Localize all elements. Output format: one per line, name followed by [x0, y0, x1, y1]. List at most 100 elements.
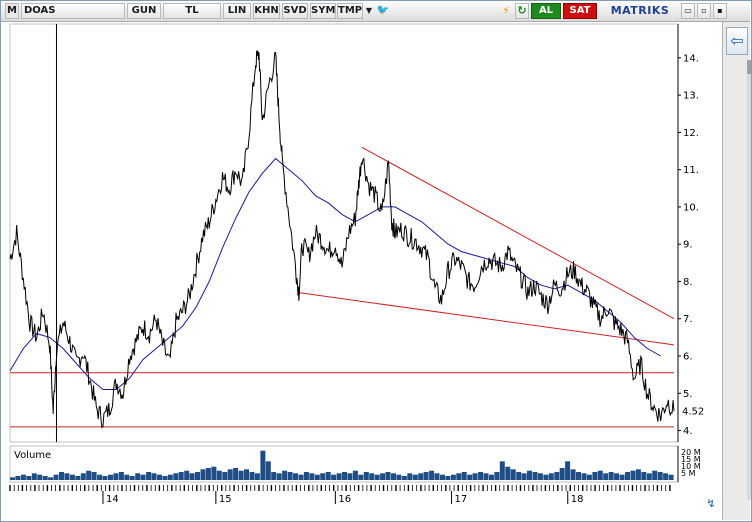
volume-bar — [385, 472, 391, 480]
volume-bar — [135, 473, 141, 480]
volume-bar — [151, 473, 157, 480]
volume-bar — [10, 477, 15, 480]
price-tick-label: 4. — [683, 426, 693, 437]
volume-bar — [548, 473, 554, 480]
volume-bar — [391, 473, 396, 480]
volume-bar — [91, 472, 97, 480]
volume-bar — [369, 473, 375, 480]
volume-bar — [554, 472, 560, 480]
volume-bar — [276, 473, 282, 480]
price-tick-label: 14. — [683, 53, 699, 64]
volume-bar — [314, 474, 320, 480]
volume-bar — [64, 473, 70, 480]
year-label: 18 — [571, 494, 584, 505]
volume-bar — [173, 473, 179, 480]
volume-bar — [97, 474, 103, 480]
date-axis-labels: 14 15 16 17 18 — [102, 491, 584, 505]
volume-bar — [646, 473, 652, 480]
year-label: 15 — [219, 494, 232, 505]
volume-bar — [581, 473, 587, 480]
volume-bar — [358, 474, 364, 480]
volume-bar — [205, 468, 211, 480]
volume-bar — [412, 474, 418, 480]
volume-bar — [657, 472, 663, 480]
volume-bar — [434, 473, 440, 480]
volume-bar — [489, 474, 494, 480]
volume-bar — [543, 474, 549, 480]
volume-bar — [227, 469, 233, 480]
volume-bar — [614, 473, 620, 480]
price-chart[interactable]: 14.13.12.11.10.9.8.7.6.5.4. 4.52 Volume … — [0, 0, 752, 522]
volume-bar — [113, 473, 119, 480]
volume-bar — [342, 472, 347, 480]
volume-bar — [597, 470, 603, 480]
volume-bar — [86, 470, 92, 480]
volume-bar — [374, 474, 380, 480]
volume-bar — [244, 469, 249, 480]
volume-bar — [118, 472, 124, 480]
volume-bar — [184, 470, 190, 480]
year-label: 17 — [455, 494, 468, 505]
volume-bar — [467, 474, 473, 480]
volume-tick-label: 5 M — [681, 469, 696, 478]
volume-bar — [233, 468, 239, 480]
volume-bar — [249, 472, 255, 480]
volume-bar — [336, 473, 342, 480]
volume-bar — [461, 472, 467, 480]
volume-bar — [450, 474, 456, 480]
volume-bar — [440, 474, 445, 480]
price-tick-label: 10. — [683, 202, 699, 213]
volume-bar — [102, 476, 108, 480]
volume-bar — [298, 474, 304, 480]
volume-bar — [15, 476, 21, 480]
volume-bar — [516, 472, 522, 480]
volume-bar — [619, 474, 625, 480]
volume-bar — [331, 474, 337, 480]
volume-bar — [429, 470, 435, 480]
volume-bar — [200, 469, 206, 480]
volume-bar — [216, 470, 222, 480]
volume-bar — [559, 468, 565, 480]
price-axis-ticks: 14. 13. 12. 11. 10. 9. 8. 7. 6. 5. 4. — [678, 53, 699, 437]
volume-bar — [423, 472, 429, 480]
volume-bar — [303, 472, 309, 480]
volume-bar — [494, 472, 500, 480]
volume-bar — [396, 474, 402, 480]
price-tick-label: 11. — [683, 165, 699, 176]
volume-bar — [59, 472, 64, 480]
volume-bar — [146, 472, 152, 480]
volume-bar — [108, 474, 113, 480]
volume-bar — [576, 472, 581, 480]
volume-bar — [69, 474, 75, 480]
volume-bar — [167, 474, 173, 480]
volume-bar — [510, 469, 516, 480]
volume-bar — [271, 472, 277, 480]
volume-bar — [586, 474, 592, 480]
volume-bar — [238, 470, 244, 480]
price-tick-label: 8. — [683, 277, 693, 288]
volume-bar — [478, 472, 484, 480]
volume-bar — [537, 473, 543, 480]
volume-bar — [178, 472, 184, 480]
volume-bar — [532, 472, 538, 480]
volume-bar — [401, 476, 407, 480]
volume-bar — [293, 473, 298, 480]
price-tick-label: 6. — [683, 352, 693, 363]
volume-bar — [20, 474, 26, 480]
volume-bar — [608, 472, 614, 480]
volume-bar — [352, 470, 358, 480]
volume-bar — [254, 473, 260, 480]
year-label: 14 — [106, 494, 119, 505]
volume-bar — [652, 470, 658, 480]
last-price-marker: 4.52 — [682, 407, 704, 418]
volume-bar — [445, 476, 451, 480]
volume-bar — [260, 450, 266, 480]
volume-bar — [592, 472, 598, 480]
volume-bar — [189, 473, 195, 480]
volume-bar — [37, 474, 43, 480]
volume-bar — [124, 474, 130, 480]
volume-bar — [570, 469, 576, 480]
volume-bar — [31, 473, 37, 480]
volume-bar — [630, 470, 636, 480]
volume-bar — [265, 461, 271, 480]
